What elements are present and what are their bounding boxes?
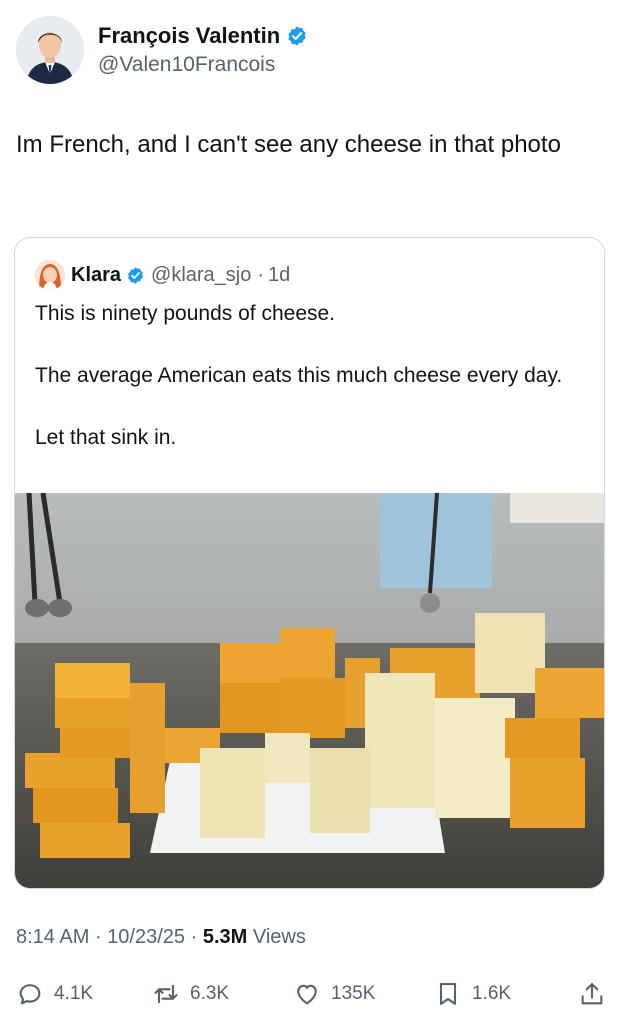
author-name[interactable]: François Valentin xyxy=(98,22,280,50)
like-count: 135K xyxy=(331,983,376,1004)
dot-separator: · xyxy=(257,263,265,286)
author-handle[interactable]: @Valen10Francois xyxy=(98,51,308,79)
tweet-time[interactable]: 8:14 AM xyxy=(16,926,89,948)
verified-badge-icon xyxy=(288,25,306,46)
quoted-paragraph: This is ninety pounds of cheese. xyxy=(35,302,336,325)
bookmark-count: 1.6K xyxy=(472,983,512,1004)
cheese-photo[interactable] xyxy=(15,493,605,889)
bookmark-button[interactable]: 1.6K xyxy=(434,974,511,1014)
repost-count: 6.3K xyxy=(190,983,230,1004)
tweet-text: Im French, and I can't see any cheese in… xyxy=(16,131,561,158)
action-bar: 4.1K 6.3K 135K 1.6K xyxy=(16,974,606,1014)
views-label: Views xyxy=(252,926,306,948)
author-avatar[interactable] xyxy=(16,16,84,84)
tweet-date[interactable]: 10/23/25 xyxy=(107,926,185,948)
dot-separator: · xyxy=(94,926,102,948)
quoted-timestamp[interactable]: 1d xyxy=(268,264,290,287)
repost-icon xyxy=(154,984,178,1004)
verified-badge-icon xyxy=(128,266,143,284)
like-button[interactable]: 135K xyxy=(293,974,375,1014)
tweet-meta: 8:14 AM · 10/23/25 · 5.3M Views xyxy=(16,926,306,949)
quoted-author-avatar[interactable] xyxy=(35,260,65,290)
reply-button[interactable]: 4.1K xyxy=(16,974,93,1014)
quoted-author-handle[interactable]: @klara_sjo xyxy=(151,264,251,287)
share-icon[interactable] xyxy=(578,980,606,1008)
quoted-author-name[interactable]: Klara xyxy=(71,264,121,287)
dot-separator: · xyxy=(190,926,198,948)
tweet-author[interactable]: François Valentin @Valen10Francois xyxy=(16,16,308,84)
heart-icon xyxy=(297,984,317,1005)
quoted-paragraph: The average American eats this much chee… xyxy=(35,364,563,387)
reply-count: 4.1K xyxy=(54,983,94,1004)
repost-button[interactable]: 6.3K xyxy=(152,974,229,1014)
quoted-tweet-card[interactable]: Klara @klara_sjo · 1d This is ninety pou… xyxy=(14,237,605,889)
views-count: 5.3M xyxy=(202,926,248,948)
bookmark-icon xyxy=(439,983,457,1005)
quoted-tweet-text: This is ninety pounds of cheese. The ave… xyxy=(35,298,590,453)
reply-icon xyxy=(19,984,41,1005)
quoted-paragraph: Let that sink in. xyxy=(35,426,177,449)
